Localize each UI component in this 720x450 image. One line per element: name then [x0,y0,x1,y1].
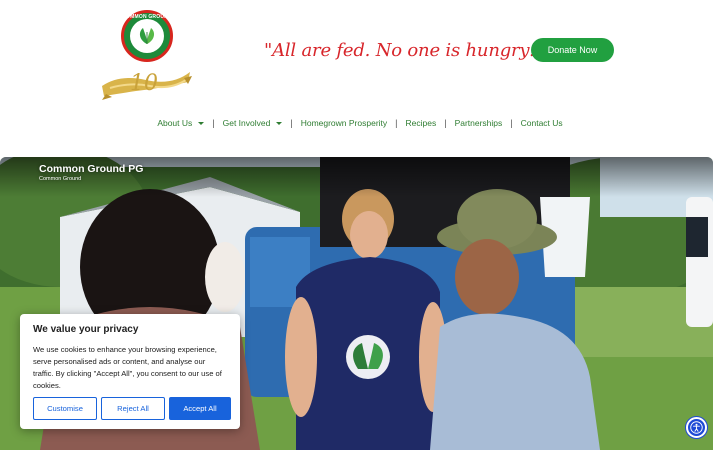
video-channel-title[interactable]: Common Ground PG [39,163,143,175]
site-logo[interactable]: COMMON GROUND 10 [100,8,196,100]
nav-item-homegrown-prosperity[interactable]: Homegrown Prosperity [301,118,387,128]
nav-item-label: About Us [157,118,193,128]
nav-item-about-us[interactable]: About Us [157,118,205,128]
nav-item-label: Recipes [405,118,437,128]
nav-separator: | [444,118,447,128]
reject-all-button[interactable]: Reject All [101,397,165,420]
video-channel-subtitle: Common Ground [39,176,82,182]
nav-item-label: Partnerships [454,118,503,128]
cookie-banner-actions: Customise Reject All Accept All [33,397,231,420]
site-tagline: "All are fed. No one is hungry!" [264,40,545,61]
cookie-banner-title: We value your privacy [33,324,139,335]
main-navigation: About Us | Get Involved | Homegrown Pros… [0,115,720,131]
chevron-down-icon [276,122,283,125]
nav-item-recipes[interactable]: Recipes [406,118,437,128]
nav-item-get-involved[interactable]: Get Involved [223,118,283,128]
nav-item-contact-us[interactable]: Contact Us [521,118,563,128]
nav-item-label: Contact Us [520,118,563,128]
leaf-icon [139,28,155,44]
customise-button[interactable]: Customise [33,397,97,420]
page: COMMON GROUND 10 "All are fed. No one is… [0,0,720,450]
cookie-banner-body: We use cookies to enhance your browsing … [33,345,222,390]
nav-item-label: Homegrown Prosperity [300,118,388,128]
nav-separator: | [290,118,293,128]
logo-text: COMMON GROUND [122,14,172,20]
logo-anniversary-ribbon: 10 [102,71,192,100]
nav-separator: | [395,118,398,128]
cookie-consent-banner: We value your privacy We use cookies to … [20,314,240,429]
nav-separator: | [510,118,513,128]
chevron-down-icon [198,122,205,125]
accessibility-icon [690,421,703,434]
accessibility-button[interactable] [686,417,707,438]
nav-separator: | [212,118,215,128]
nav-item-label: Get Involved [222,118,271,128]
nav-item-partnerships[interactable]: Partnerships [455,118,503,128]
svg-text:10: 10 [130,71,158,96]
accept-all-button[interactable]: Accept All [169,397,231,420]
donate-now-button[interactable]: Donate Now [531,38,614,62]
